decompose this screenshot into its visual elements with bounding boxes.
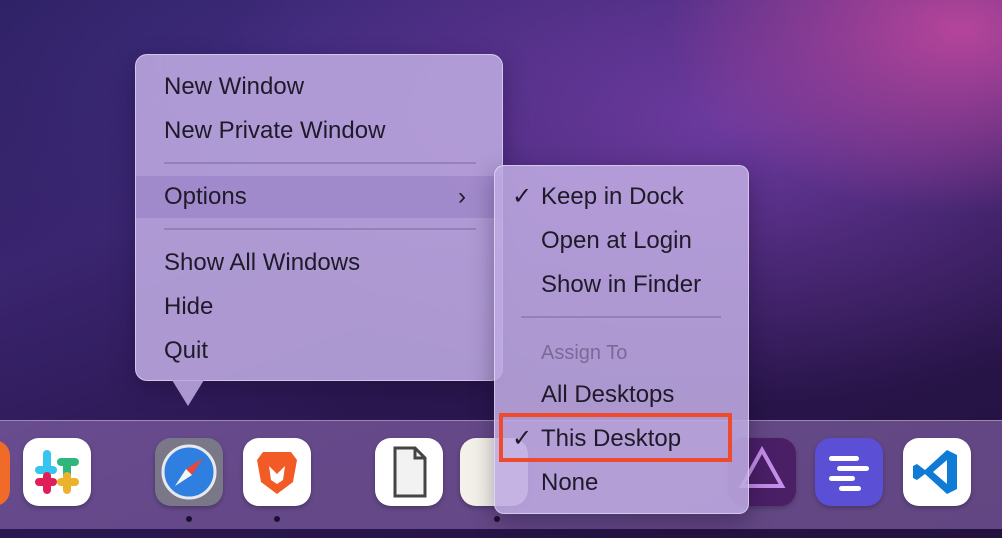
document-running-indicator (494, 516, 500, 522)
text-editor-icon[interactable] (815, 438, 883, 506)
menu-pointer (172, 380, 204, 406)
partial-app-icon[interactable] (0, 440, 10, 506)
submenu-item-all-desktops[interactable]: All Desktops (541, 380, 674, 410)
submenu-item-open-at-login[interactable]: Open at Login (541, 226, 692, 256)
menu-item-new-private-window[interactable]: New Private Window (164, 116, 385, 146)
menu-item-hide[interactable]: Hide (164, 292, 213, 322)
slack-icon[interactable] (23, 438, 91, 506)
menu-item-show-all-windows[interactable]: Show All Windows (164, 248, 360, 278)
assign-to-header: Assign To (541, 342, 628, 364)
submenu-item-show-in-finder[interactable]: Show in Finder (541, 270, 701, 300)
libreoffice-icon[interactable] (375, 438, 443, 506)
checkmark-icon: ✓ (512, 183, 533, 210)
submenu-separator (521, 316, 721, 318)
menu-separator (164, 228, 476, 230)
brave-running-indicator (274, 516, 280, 522)
menu-item-quit[interactable]: Quit (164, 336, 208, 366)
submenu-item-keep-in-dock[interactable]: Keep in Dock (541, 182, 684, 212)
chevron-right-icon: › (458, 183, 466, 210)
menu-item-new-window[interactable]: New Window (164, 72, 304, 102)
submenu-item-none[interactable]: None (541, 468, 598, 498)
annotation-highlight-box (499, 413, 732, 462)
safari-running-indicator (186, 516, 192, 522)
safari-icon[interactable] (155, 438, 223, 506)
menu-separator (164, 162, 476, 164)
vscode-icon[interactable] (903, 438, 971, 506)
menu-item-options[interactable]: Options (164, 182, 247, 212)
brave-icon[interactable] (243, 438, 311, 506)
